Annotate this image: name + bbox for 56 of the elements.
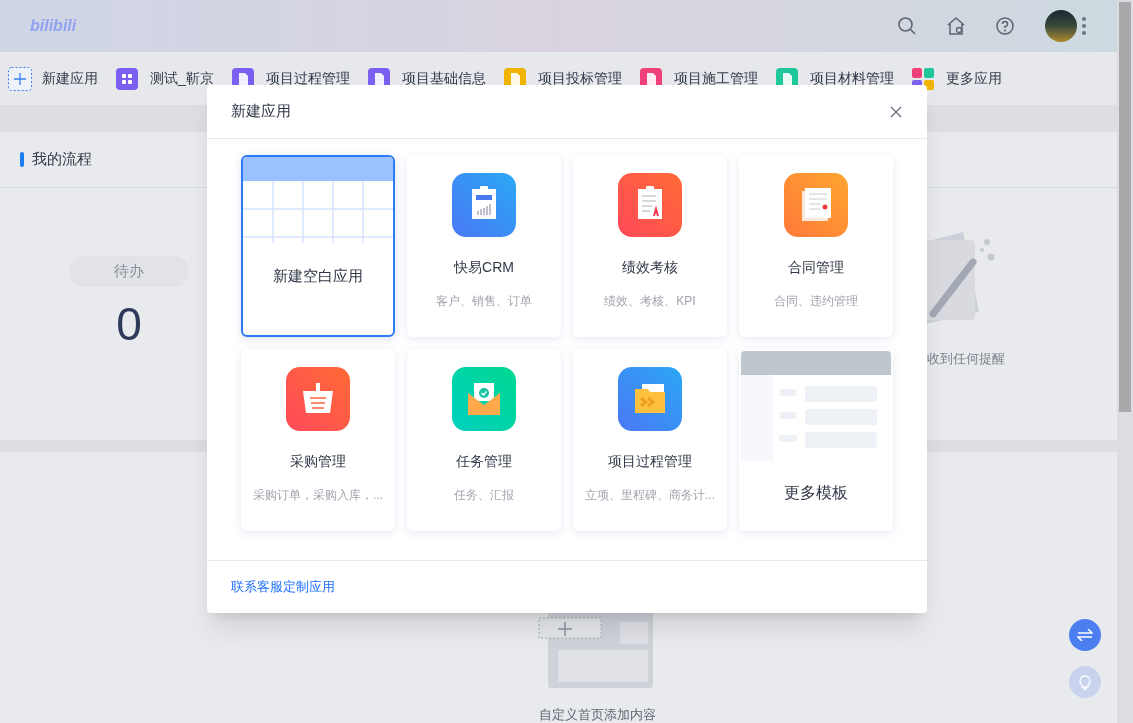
todo-count: 0: [116, 301, 142, 347]
app-link[interactable]: 测试_靳京: [150, 68, 214, 89]
app-icon: [618, 367, 682, 431]
template-card[interactable]: 新建空白应用: [241, 155, 395, 337]
template-title: 任务管理: [456, 452, 512, 471]
template-description: 客户、销售、订单: [436, 293, 532, 310]
todo-label: 待办: [69, 256, 189, 287]
swap-icon: [1077, 629, 1093, 641]
template-card[interactable]: 采购管理 采购订单，采购入库，...: [241, 349, 395, 531]
template-card[interactable]: 任务管理 任务、汇报: [407, 349, 561, 531]
app-link[interactable]: 项目施工管理: [673, 68, 758, 89]
app-link[interactable]: 新建应用: [42, 68, 98, 89]
template-title: 快易CRM: [454, 258, 514, 277]
more-icon[interactable]: [1081, 16, 1087, 36]
template-description: 采购订单，采购入库，...: [253, 487, 383, 504]
template-description: 立项、里程碑、商务计...: [585, 487, 715, 504]
help-icon[interactable]: [995, 16, 1015, 36]
app-link[interactable]: 更多应用: [945, 68, 1002, 89]
template-card[interactable]: 绩效考核 绩效、考核、KPI: [573, 155, 727, 337]
app-icon: [452, 367, 516, 431]
scrollbar[interactable]: [1117, 0, 1133, 723]
template-title: 更多模板: [784, 483, 848, 503]
app-icon: [286, 367, 350, 431]
add-icon[interactable]: [8, 66, 32, 91]
close-icon: [889, 104, 903, 119]
template-title: 项目过程管理: [608, 452, 692, 471]
app-link[interactable]: 项目过程管理: [265, 68, 350, 89]
switch-button[interactable]: [1069, 619, 1101, 651]
app-link[interactable]: 项目材料管理: [809, 68, 894, 89]
template-title: 绩效考核: [622, 258, 678, 277]
template-card[interactable]: 快易CRM 客户、销售、订单: [407, 155, 561, 337]
app-icon: [784, 173, 848, 237]
contact-link[interactable]: 联系客服定制应用: [231, 577, 335, 597]
template-title: 合同管理: [788, 258, 844, 277]
empty-message: 收到任何提醒: [927, 350, 1005, 368]
close-button[interactable]: [889, 104, 903, 119]
app-icon: [618, 173, 682, 237]
app-link[interactable]: 项目投标管理: [537, 68, 622, 89]
template-description: 合同、违约管理: [774, 293, 858, 310]
search-icon[interactable]: [897, 16, 917, 36]
template-description: 任务、汇报: [454, 487, 514, 504]
template-card[interactable]: 更多模板: [739, 349, 893, 531]
app-icon: [452, 173, 516, 237]
template-card[interactable]: 项目过程管理 立项、里程碑、商务计...: [573, 349, 727, 531]
template-description: 绩效、考核、KPI: [604, 293, 696, 310]
panel-title: 我的流程: [32, 149, 92, 170]
empty-message: 自定义首页添加内容: [539, 706, 656, 723]
template-title: 新建空白应用: [273, 266, 363, 286]
app-link[interactable]: 项目基础信息: [401, 68, 486, 89]
template-card[interactable]: 合同管理 合同、违约管理: [739, 155, 893, 337]
template-title: 采购管理: [290, 452, 346, 471]
lightbulb-icon: [1079, 674, 1091, 690]
app-icon[interactable]: [116, 67, 138, 90]
home-icon[interactable]: [946, 16, 966, 36]
avatar[interactable]: [1045, 10, 1077, 42]
dialog-title: 新建应用: [231, 101, 291, 122]
